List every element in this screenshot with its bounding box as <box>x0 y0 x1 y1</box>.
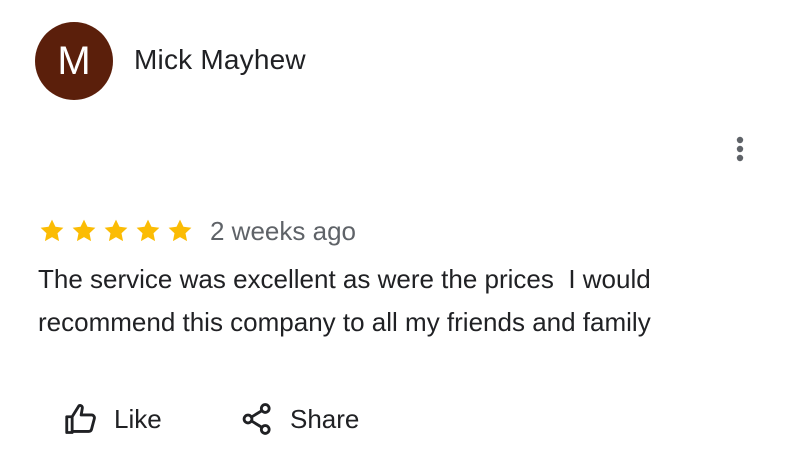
thumbs-up-icon <box>62 400 100 438</box>
vertical-ellipsis-icon <box>736 136 744 162</box>
rating-row: 2 weeks ago <box>38 212 356 250</box>
share-icon <box>238 400 276 438</box>
like-button[interactable]: Like <box>62 398 162 440</box>
star-icon <box>168 219 192 242</box>
review-timestamp: 2 weeks ago <box>210 216 356 246</box>
star-icon <box>40 219 64 242</box>
review-card: M Mick Mayhew 2 weeks ago The service wa… <box>0 0 798 476</box>
more-options-button[interactable] <box>722 130 758 170</box>
star-icon <box>104 219 128 242</box>
review-text: The service was excellent as were the pr… <box>38 264 658 337</box>
share-label: Share <box>290 403 360 434</box>
star-icon <box>136 219 160 242</box>
author-name[interactable]: Mick Mayhew <box>134 44 306 76</box>
star-icon <box>72 219 96 242</box>
share-button[interactable]: Share <box>238 398 359 440</box>
star-rating <box>38 215 198 247</box>
like-label: Like <box>114 403 162 434</box>
avatar[interactable]: M <box>35 22 113 100</box>
